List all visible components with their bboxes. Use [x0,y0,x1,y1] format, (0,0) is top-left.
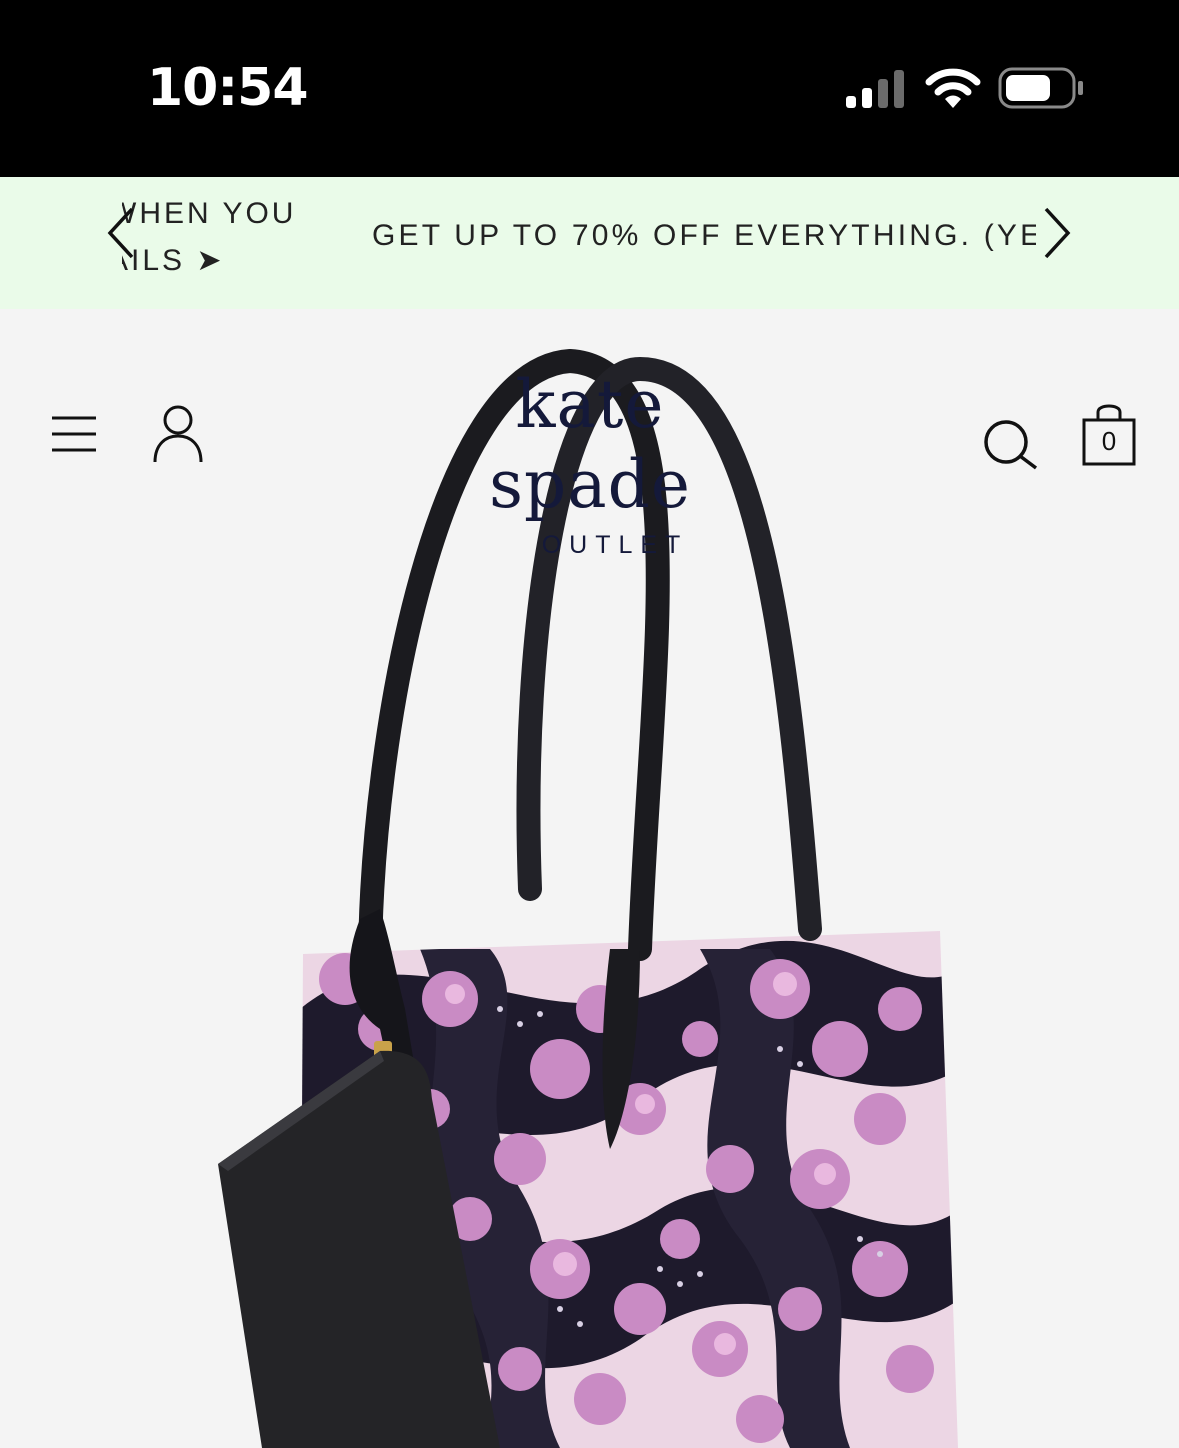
cart-count: 0 [1101,426,1117,456]
account-icon[interactable] [152,404,204,464]
brand-logo-subtitle: OUTLET [541,531,689,559]
battery-icon [998,67,1083,109]
promo-banner[interactable]: WHEN YOU AILS ➤ GET UP TO 70% OFF EVERYT… [0,177,1179,309]
hamburger-menu-icon[interactable] [50,415,98,453]
search-icon[interactable] [980,418,1040,470]
status-time: 10:54 [147,58,309,118]
promo-previous-slide-peek: WHEN YOU AILS ➤ [122,197,302,289]
chevron-right-icon[interactable] [1040,205,1074,261]
wifi-icon [925,68,981,108]
cart-button[interactable]: 0 [1080,400,1138,468]
promo-peek-line-1: WHEN YOU [122,197,297,230]
status-bar: 10:54 [0,0,1179,177]
chevron-left-icon[interactable] [104,205,138,261]
brand-logo[interactable]: kate spade OUTLET [404,365,776,560]
cellular-signal-icon [846,70,904,108]
brand-logo-wordmark: kate spade [489,366,691,523]
promo-message[interactable]: GET UP TO 70% OFF EVERYTHING. (YES, R [372,219,1036,253]
